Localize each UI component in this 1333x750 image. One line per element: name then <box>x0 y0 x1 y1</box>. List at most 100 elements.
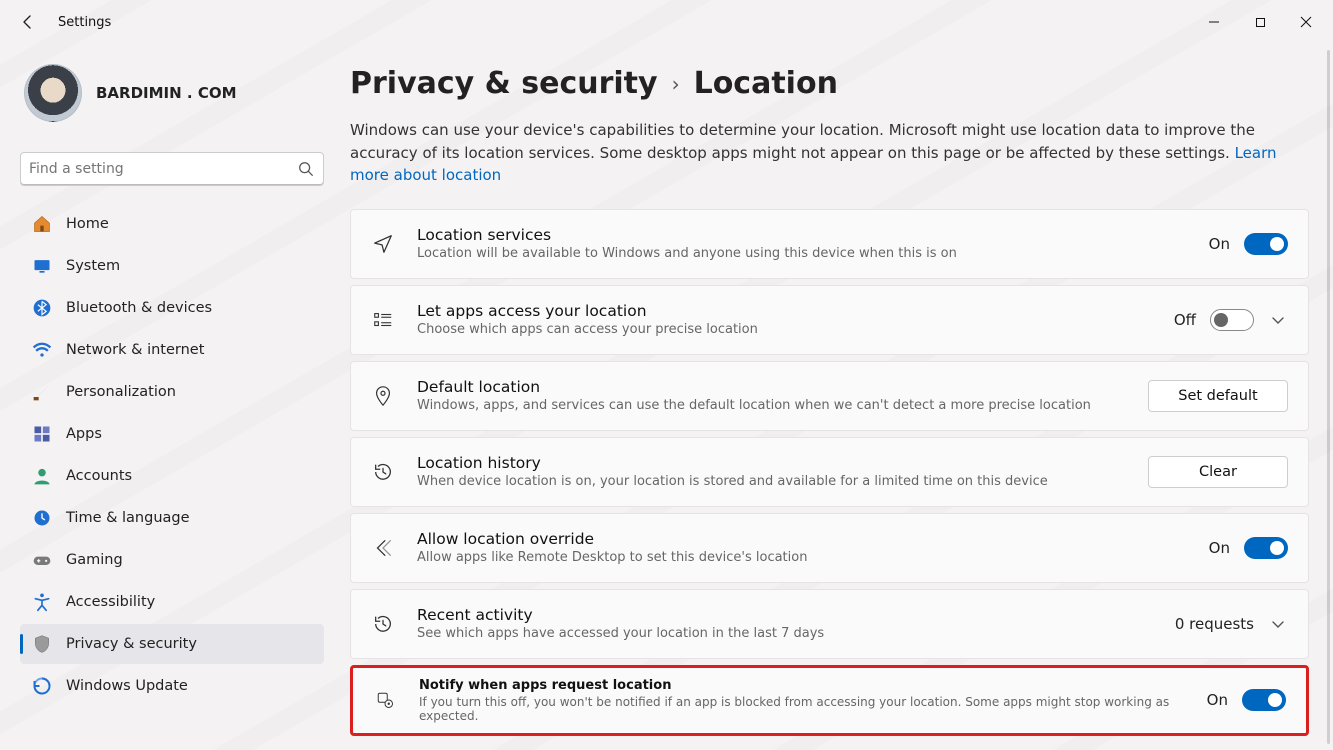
sidebar-item-label: Time & language <box>66 510 190 526</box>
chevron-right-icon: › <box>672 72 680 96</box>
sidebar-item-wifi[interactable]: Network & internet <box>20 330 324 370</box>
intro-text: Windows can use your device's capabiliti… <box>350 119 1290 187</box>
brush-icon <box>32 382 52 402</box>
sidebar-item-bluetooth[interactable]: Bluetooth & devices <box>20 288 324 328</box>
card-subtitle: Windows, apps, and services can use the … <box>417 398 1126 413</box>
breadcrumb: Privacy & security › Location <box>350 66 1309 101</box>
card-subtitle: See which apps have accessed your locati… <box>417 626 1153 641</box>
bluetooth-icon <box>32 298 52 318</box>
chevron-down-icon <box>1271 313 1285 327</box>
sidebar-item-label: Bluetooth & devices <box>66 300 212 316</box>
map-pin-icon <box>371 385 395 407</box>
search-box[interactable] <box>20 152 324 186</box>
sidebar-item-label: Personalization <box>66 384 176 400</box>
gaming-icon <box>32 550 52 570</box>
sidebar-item-apps[interactable]: Apps <box>20 414 324 454</box>
sidebar-item-time[interactable]: Time & language <box>20 498 324 538</box>
expand-chevron[interactable] <box>1268 614 1288 634</box>
expand-chevron[interactable] <box>1268 310 1288 330</box>
sidebar-item-label: Apps <box>66 426 102 442</box>
profile-name: BARDIMIN . COM <box>96 84 237 102</box>
minimize-button[interactable] <box>1191 6 1237 38</box>
close-icon <box>1300 16 1312 28</box>
card-location-services[interactable]: Location services Location will be avail… <box>350 209 1309 279</box>
privacy-icon <box>32 634 52 654</box>
avatar <box>24 64 82 122</box>
breadcrumb-parent[interactable]: Privacy & security <box>350 66 658 101</box>
breadcrumb-current: Location <box>694 66 838 101</box>
notify-request-toggle[interactable] <box>1242 689 1286 711</box>
card-title: Notify when apps request location <box>419 678 1185 693</box>
sidebar-item-privacy[interactable]: Privacy & security <box>20 624 324 664</box>
card-title: Default location <box>417 378 1126 396</box>
card-subtitle: Location will be available to Windows an… <box>417 246 1187 261</box>
profile-block[interactable]: BARDIMIN . COM <box>20 52 324 146</box>
search-input[interactable] <box>29 161 297 177</box>
sidebar-item-home[interactable]: Home <box>20 204 324 244</box>
clear-history-button[interactable]: Clear <box>1148 456 1288 488</box>
sidebar-item-brush[interactable]: Personalization <box>20 372 324 412</box>
sidebar-item-gaming[interactable]: Gaming <box>20 540 324 580</box>
sidebar-item-label: Privacy & security <box>66 636 197 652</box>
main-panel: Privacy & security › Location Windows ca… <box>340 44 1333 750</box>
sidebar-item-system[interactable]: System <box>20 246 324 286</box>
card-title: Location services <box>417 226 1187 244</box>
card-title: Recent activity <box>417 606 1153 624</box>
set-default-button[interactable]: Set default <box>1148 380 1288 412</box>
sidebar-item-accessibility[interactable]: Accessibility <box>20 582 324 622</box>
search-icon <box>297 160 315 178</box>
card-subtitle: If you turn this off, you won't be notif… <box>419 695 1185 723</box>
card-apps-access[interactable]: Let apps access your location Choose whi… <box>350 285 1309 355</box>
sidebar-item-label: Network & internet <box>66 342 204 358</box>
sidebar-item-label: Home <box>66 216 109 232</box>
wifi-icon <box>32 340 52 360</box>
card-default-location: Default location Windows, apps, and serv… <box>350 361 1309 431</box>
chevron-down-icon <box>1271 617 1285 631</box>
toggle-state-label: On <box>1209 235 1230 253</box>
maximize-button[interactable] <box>1237 6 1283 38</box>
card-subtitle: Allow apps like Remote Desktop to set th… <box>417 550 1187 565</box>
update-icon <box>32 676 52 696</box>
card-recent-activity[interactable]: Recent activity See which apps have acce… <box>350 589 1309 659</box>
card-subtitle: Choose which apps can access your precis… <box>417 322 1152 337</box>
maximize-icon <box>1255 17 1266 28</box>
location-arrow-icon <box>371 233 395 255</box>
card-title: Location history <box>417 454 1126 472</box>
toggle-state-label: On <box>1207 691 1228 709</box>
apps-access-toggle[interactable] <box>1210 309 1254 331</box>
system-icon <box>32 256 52 276</box>
sidebar-item-label: Gaming <box>66 552 123 568</box>
sidebar-item-accounts[interactable]: Accounts <box>20 456 324 496</box>
scrollbar[interactable] <box>1327 50 1330 744</box>
sidebar-item-update[interactable]: Windows Update <box>20 666 324 706</box>
sidebar-item-label: System <box>66 258 120 274</box>
card-allow-override: Allow location override Allow apps like … <box>350 513 1309 583</box>
list-icon <box>371 309 395 331</box>
close-button[interactable] <box>1283 6 1329 38</box>
card-title: Allow location override <box>417 530 1187 548</box>
history-icon <box>371 461 395 483</box>
accounts-icon <box>32 466 52 486</box>
nav-list: Home System Bluetooth & devices Network & i… <box>20 204 324 706</box>
sidebar-item-label: Accessibility <box>66 594 155 610</box>
home-icon <box>32 214 52 234</box>
sidebar-item-label: Accounts <box>66 468 132 484</box>
sidebar-item-label: Windows Update <box>66 678 188 694</box>
titlebar: Settings <box>0 0 1333 44</box>
override-icon <box>371 537 395 559</box>
card-title: Let apps access your location <box>417 302 1152 320</box>
accessibility-icon <box>32 592 52 612</box>
history-icon <box>371 613 395 635</box>
allow-override-toggle[interactable] <box>1244 537 1288 559</box>
requests-count: 0 requests <box>1175 615 1254 633</box>
settings-cards: Location services Location will be avail… <box>350 209 1309 736</box>
card-subtitle: When device location is on, your locatio… <box>417 474 1126 489</box>
intro-body: Windows can use your device's capabiliti… <box>350 121 1255 162</box>
card-location-history: Location history When device location is… <box>350 437 1309 507</box>
location-services-toggle[interactable] <box>1244 233 1288 255</box>
toggle-state-label: On <box>1209 539 1230 557</box>
app-location-icon <box>373 691 397 709</box>
back-button[interactable] <box>8 2 48 42</box>
toggle-state-label: Off <box>1174 311 1196 329</box>
card-notify-request: Notify when apps request location If you… <box>350 665 1309 736</box>
